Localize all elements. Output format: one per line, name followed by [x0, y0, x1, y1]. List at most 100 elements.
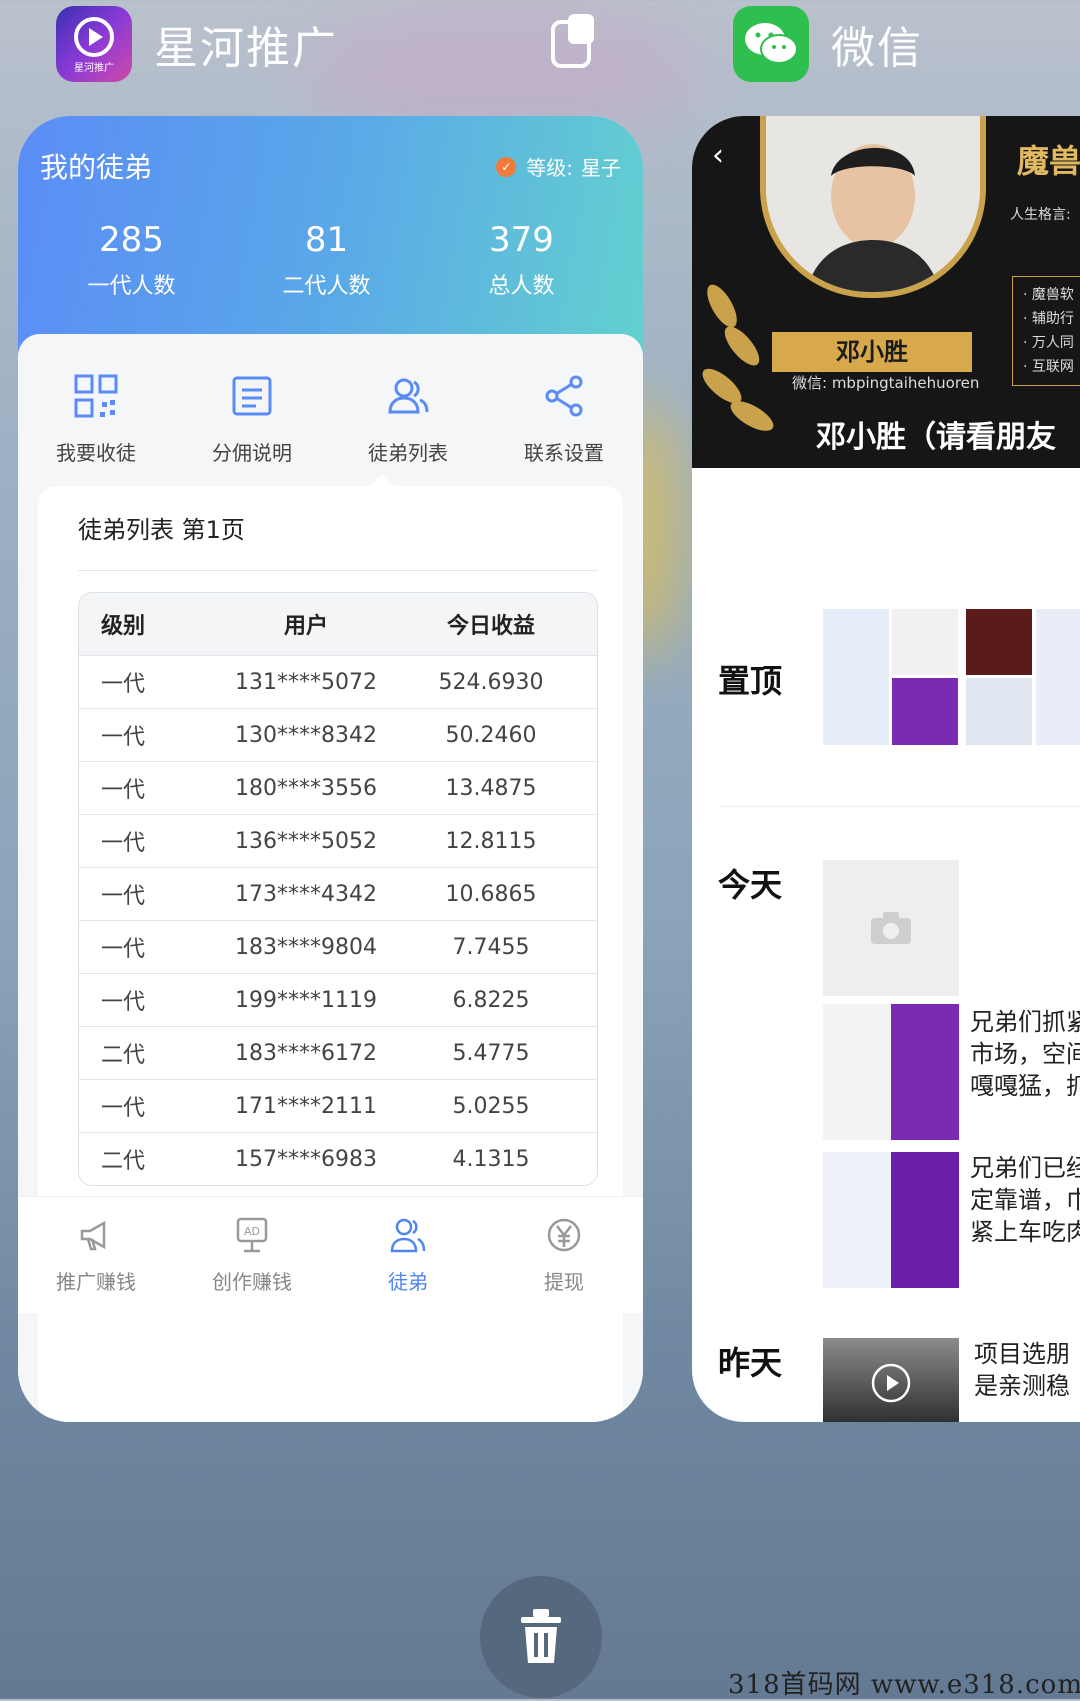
cell-user: 199****1119 [235, 987, 377, 1013]
back-chevron-icon[interactable]: ‹ [712, 138, 724, 173]
disciples-hero: 我的徒弟 ✓ 等级: 星子 285 一代人数 81 二代人数 379 总人数 [18, 116, 643, 356]
users-icon [388, 378, 429, 414]
menu-label: 我要收徒 [56, 441, 136, 465]
banner-motto: 人生格言: [1010, 207, 1071, 223]
section-pinned: 置顶 [718, 662, 783, 700]
banner-list: · 魔兽软 · 辅助行 · 万人同 · 互联网 [1012, 276, 1080, 386]
cell-level: 一代 [101, 725, 146, 750]
wechat-app-header[interactable]: 微信 [733, 6, 923, 82]
menu-label: 分佣说明 [212, 441, 292, 465]
cell-earnings: 6.8225 [452, 987, 530, 1013]
level-indicator: ✓ 等级: 星子 [496, 152, 621, 181]
xinghe-app-name: 星河推广 [154, 23, 338, 74]
banner-title: 魔兽 [1017, 142, 1080, 180]
video-thumb[interactable] [823, 1338, 959, 1422]
moment-line: 市场，空间 [970, 1040, 1080, 1068]
banner-list-item: · 互联网 [1023, 359, 1074, 375]
list-title: 徒弟列表 第1页 [78, 516, 245, 544]
bottom-tab-bar: 推广赚钱 AD 创作赚钱 徒弟 提现 [18, 1196, 643, 1313]
pinned-thumb[interactable] [892, 609, 958, 675]
moment-thumb[interactable] [823, 1004, 959, 1140]
stat-first-gen: 285 一代人数 [34, 220, 229, 300]
menu-label: 联系设置 [524, 441, 604, 465]
yen-icon [547, 1218, 581, 1252]
level-value: 星子 [581, 156, 621, 180]
xinghe-app-icon[interactable]: 星河推广 [56, 6, 132, 82]
tab-label: 创作赚钱 [212, 1270, 292, 1294]
table-row[interactable]: 一代 130****8342 50.2460 [79, 708, 597, 761]
camera-post-button[interactable] [823, 860, 959, 996]
qr-code-icon [74, 374, 118, 418]
table-row[interactable]: 二代 183****6172 5.4775 [79, 1026, 597, 1079]
table-row[interactable]: 一代 131****5072 524.6930 [79, 655, 597, 708]
users-icon [390, 1218, 426, 1253]
divider [718, 806, 1080, 807]
level-label: 等级: [526, 156, 573, 180]
cell-user: 131****5072 [235, 669, 377, 695]
tab-withdraw[interactable]: 提现 [486, 1197, 642, 1313]
tab-label: 提现 [544, 1270, 584, 1294]
wechat-app-icon[interactable] [733, 6, 809, 82]
pinned-thumb[interactable] [823, 609, 889, 745]
pinned-thumb[interactable] [1036, 609, 1080, 745]
xinghe-app-card[interactable]: 我的徒弟 ✓ 等级: 星子 285 一代人数 81 二代人数 379 总人数 我… [18, 116, 643, 1422]
menu-disciple-list[interactable]: 徒弟列表 [330, 350, 486, 480]
share-icon [545, 375, 583, 417]
section-yesterday: 昨天 [718, 1344, 783, 1382]
cell-earnings: 5.0255 [452, 1093, 530, 1119]
tab-label: 徒弟 [388, 1270, 428, 1294]
moment-text[interactable]: 兄弟们抓紧 市场，空间 嘎嘎猛，抓 [970, 1006, 1080, 1102]
moment-thumb[interactable] [823, 1152, 959, 1288]
table-row[interactable]: 一代 183****9804 7.7455 [79, 920, 597, 973]
name-plate: 邓小胜 [772, 332, 972, 372]
portrait-photo [766, 116, 980, 292]
moments-cover-banner: ‹ 邓小胜 微信: mbpingtaihehuoren 魔兽 人生格言: · 魔… [692, 116, 1080, 468]
megaphone-icon [80, 1220, 106, 1251]
cell-level: 一代 [101, 778, 146, 803]
trash-icon [521, 1609, 561, 1663]
cell-user: 130****8342 [235, 722, 377, 748]
xinghe-app-header[interactable]: 星河推广 星河推广 [56, 6, 338, 82]
pinned-thumb[interactable] [966, 678, 1032, 745]
moment-text[interactable]: 项目选朋 是亲测稳 [974, 1338, 1070, 1402]
menu-contact-settings[interactable]: 联系设置 [486, 350, 642, 480]
moment-text[interactable]: 兄弟们已经 定靠谱，巾 紧上车吃肉 [970, 1152, 1080, 1248]
menu-commission-info[interactable]: 分佣说明 [174, 350, 330, 480]
pinned-thumb[interactable] [892, 678, 958, 745]
cell-earnings: 50.2460 [445, 722, 537, 748]
divider [78, 570, 598, 571]
table-row[interactable]: 一代 171****2111 5.0255 [79, 1079, 597, 1132]
tab-disciples[interactable]: 徒弟 [330, 1197, 486, 1313]
stat-value: 81 [304, 220, 349, 260]
profile-nickname: 邓小胜（请看朋友 [816, 420, 1056, 455]
svg-text:AD: AD [244, 1225, 260, 1238]
cell-earnings: 4.1315 [452, 1146, 530, 1172]
app-icon-caption: 星河推广 [74, 62, 114, 74]
cell-earnings: 10.6865 [445, 881, 537, 907]
clear-all-button[interactable] [480, 1576, 602, 1698]
tab-create-earn[interactable]: AD 创作赚钱 [174, 1197, 330, 1313]
wechat-app-name: 微信 [831, 23, 923, 74]
table-row[interactable]: 二代 157****6983 4.1315 [79, 1132, 597, 1185]
table-row[interactable]: 一代 173****4342 10.6865 [79, 867, 597, 920]
table-row[interactable]: 一代 199****1119 6.8225 [79, 973, 597, 1026]
profile-portrait [760, 116, 986, 298]
tab-promote-earn[interactable]: 推广赚钱 [18, 1197, 174, 1313]
cell-user: 183****6172 [235, 1040, 377, 1066]
cell-level: 二代 [101, 1149, 146, 1174]
cell-level: 一代 [101, 937, 146, 962]
cell-earnings: 524.6930 [438, 669, 544, 695]
cell-user: 173****4342 [235, 881, 377, 907]
menu-recruit[interactable]: 我要收徒 [18, 350, 174, 480]
function-menu: 我要收徒 分佣说明 徒弟列表 联系设置 [18, 350, 643, 480]
wechat-app-card[interactable]: ‹ 邓小胜 微信: mbpingtaihehuoren 魔兽 人生格言: · 魔… [692, 116, 1080, 1422]
ad-board-icon: AD [236, 1217, 268, 1253]
pinned-thumb[interactable] [966, 609, 1032, 675]
moment-line: 项目选朋 [974, 1340, 1070, 1368]
table-row[interactable]: 一代 180****3556 13.4875 [79, 761, 597, 814]
stat-total: 379 总人数 [424, 220, 619, 300]
cell-user: 157****6983 [235, 1146, 377, 1172]
header-user: 用户 [283, 614, 328, 639]
split-screen-icon[interactable] [550, 12, 596, 68]
table-row[interactable]: 一代 136****5052 12.8115 [79, 814, 597, 867]
